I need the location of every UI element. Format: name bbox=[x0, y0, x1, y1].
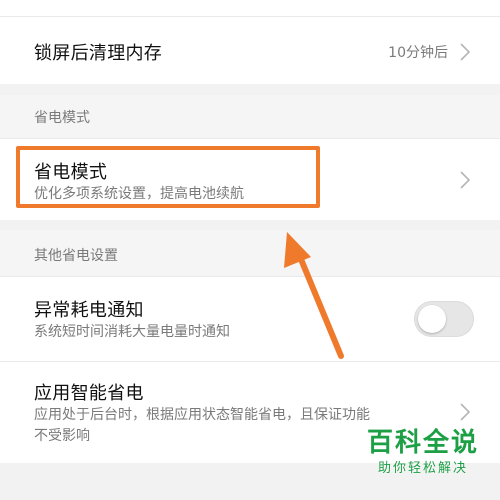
other-settings-section-label: 其他省电设置 bbox=[34, 248, 118, 264]
smart-saving-subtitle-line1: 应用处于后台时，根据应用状态智能省电，且保证功能 bbox=[34, 407, 370, 423]
power-mode-section-label: 省电模式 bbox=[34, 110, 90, 126]
toggle-knob bbox=[418, 305, 446, 333]
smart-saving-subtitle-line2: 不受影响 bbox=[34, 428, 90, 444]
chevron-right-icon bbox=[460, 171, 471, 189]
watermark-main: 百科全说 bbox=[366, 428, 479, 458]
lock-clear-value: 10分钟后 bbox=[388, 45, 448, 61]
settings-page: 锁屏后清理内存 10分钟后 省电模式 省电模式 优化多项系统设置，提高电池续航 … bbox=[0, 0, 500, 500]
chevron-right-icon bbox=[460, 43, 471, 61]
abnormal-drain-subtitle: 系统短时间消耗大量电量时通知 bbox=[34, 324, 230, 340]
lock-clear-row[interactable]: 锁屏后清理内存 10分钟后 bbox=[0, 17, 500, 84]
power-mode-subtitle: 优化多项系统设置，提高电池续航 bbox=[34, 186, 244, 202]
power-mode-row[interactable]: 省电模式 优化多项系统设置，提高电池续航 bbox=[0, 139, 500, 220]
abnormal-drain-title: 异常耗电通知 bbox=[34, 300, 144, 321]
top-card-edge bbox=[0, 0, 500, 16]
lock-clear-title: 锁屏后清理内存 bbox=[34, 43, 163, 64]
watermark-sub: 助你轻松解决 bbox=[377, 461, 468, 476]
smart-saving-title: 应用智能省电 bbox=[34, 383, 144, 404]
power-mode-title: 省电模式 bbox=[34, 162, 108, 183]
other-settings-section-header: 其他省电设置 bbox=[0, 230, 500, 276]
abnormal-drain-toggle[interactable] bbox=[414, 301, 474, 337]
chevron-right-icon bbox=[460, 403, 471, 421]
power-mode-section-header: 省电模式 bbox=[0, 95, 500, 138]
watermark-logo: 百科全说 助你轻松解决 bbox=[360, 426, 486, 486]
